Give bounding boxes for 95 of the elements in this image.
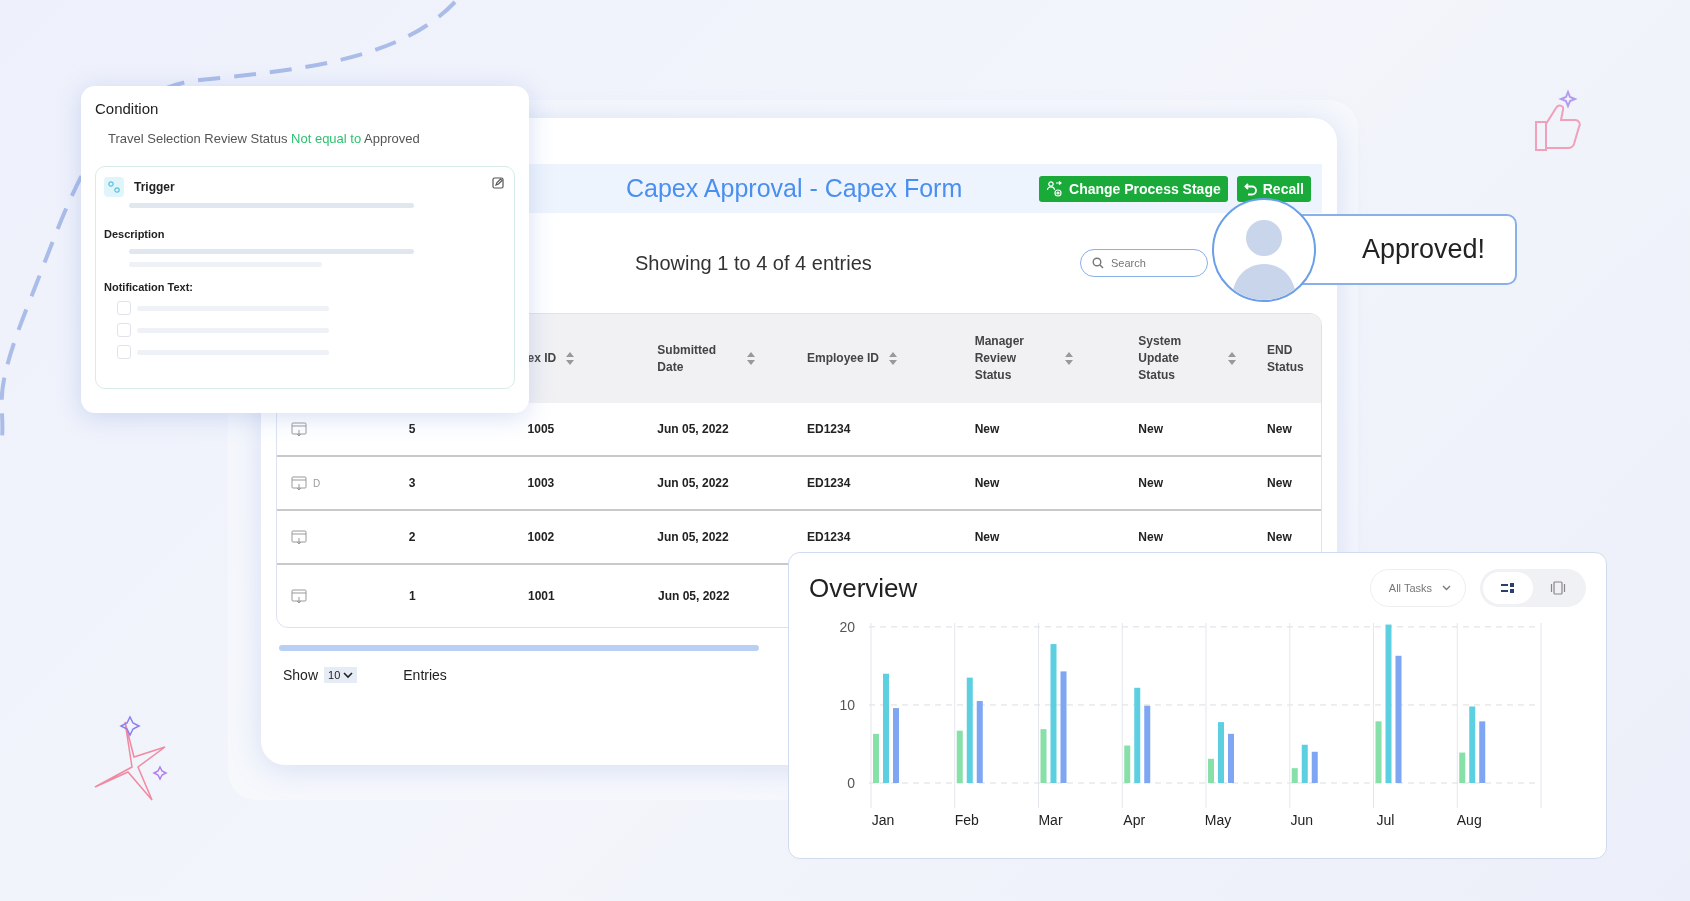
axis-category-label: Feb xyxy=(954,812,979,828)
chevron-down-icon xyxy=(1442,585,1451,591)
page-size-select[interactable]: 10 xyxy=(324,667,358,683)
chart-bar xyxy=(1459,752,1466,783)
trigger-label: Trigger xyxy=(134,180,175,194)
condition-operator: Not equal to xyxy=(291,131,362,146)
axis-category-label: Mar xyxy=(1038,812,1063,828)
chart-bar xyxy=(873,733,879,783)
carousel-icon xyxy=(1550,581,1566,595)
chart-bar xyxy=(1291,768,1298,783)
axis-category-label: Jan xyxy=(871,812,895,828)
entries-label: Entries xyxy=(403,667,447,683)
people-gear-icon xyxy=(1046,179,1064,198)
table-cell: Jun 05, 2022 xyxy=(657,530,729,544)
table-cell: 1003 xyxy=(527,476,555,490)
column-header: END Status xyxy=(1267,341,1305,376)
form-title: Capex Approval - Capex Form xyxy=(626,174,964,203)
table-cell: New xyxy=(1267,530,1292,544)
row-mark: D xyxy=(313,477,321,489)
table-cell: 2 xyxy=(408,530,416,544)
column-header: Submitted Date xyxy=(657,341,717,376)
table-cell: Jun 05, 2022 xyxy=(658,589,730,603)
axis-tick-label: 0 xyxy=(847,775,855,791)
approval-text: Approved! xyxy=(1361,234,1485,265)
sort-icon xyxy=(1228,352,1237,365)
scrollbar[interactable] xyxy=(279,645,759,651)
task-filter-dropdown[interactable]: All Tasks xyxy=(1369,569,1466,607)
chart-bar xyxy=(1124,745,1131,783)
search-field[interactable]: Search xyxy=(1080,249,1208,277)
table-cell: New xyxy=(1267,422,1292,436)
sort-icon xyxy=(747,352,756,365)
table-cell: New xyxy=(1138,476,1164,490)
table-cell: New xyxy=(974,476,1000,490)
list-icon xyxy=(1501,582,1515,594)
notification-label: Notification Text: xyxy=(104,281,194,293)
chevron-down-icon xyxy=(343,671,354,679)
table-cell: ED1234 xyxy=(807,422,851,436)
condition-value: Approved xyxy=(364,131,420,146)
entries-info: Showing 1 to 4 of 4 entries xyxy=(635,251,872,275)
table-cell: New xyxy=(1138,530,1164,544)
screen-icon xyxy=(291,421,307,437)
table-cell: 1001 xyxy=(528,589,555,603)
chart-bar xyxy=(1311,751,1318,783)
chart-bar xyxy=(1040,729,1047,783)
axis-category-label: Apr xyxy=(1123,812,1146,828)
table-cell: Jun 05, 2022 xyxy=(657,422,729,436)
checkbox[interactable] xyxy=(117,323,131,337)
sort-icon xyxy=(566,352,575,365)
table-cell: 1005 xyxy=(527,422,555,436)
table-cell: 1 xyxy=(409,589,416,603)
undo-icon xyxy=(1243,181,1258,196)
search-icon xyxy=(1092,257,1104,269)
sort-icon xyxy=(1064,352,1073,365)
description-label: Description xyxy=(104,228,166,240)
show-label: Show xyxy=(283,667,319,683)
checkbox[interactable] xyxy=(117,345,131,359)
change-stage-button[interactable]: Change Process Stage xyxy=(1039,175,1228,202)
card-title: Condition xyxy=(95,100,160,117)
screen-icon xyxy=(291,475,307,491)
chart-bar xyxy=(956,730,963,783)
axis-category-label: Jul xyxy=(1376,812,1395,828)
axis-category-label: Jun xyxy=(1290,812,1314,828)
table-cell: New xyxy=(1138,422,1164,436)
table-cell: ED1234 xyxy=(807,476,851,490)
chart-bar xyxy=(1301,744,1308,783)
checkbox[interactable] xyxy=(117,301,131,315)
gears-icon xyxy=(104,177,124,197)
table-cell: ED1234 xyxy=(807,530,851,544)
table-cell: 3 xyxy=(408,476,416,490)
screen-icon xyxy=(291,588,307,604)
chart-bar xyxy=(1228,733,1234,783)
table-cell: 5 xyxy=(408,422,416,436)
table-cell: New xyxy=(974,422,1000,436)
column-header: Employee ID xyxy=(807,350,880,367)
chart-bar xyxy=(1208,758,1214,783)
axis-tick-label: 10 xyxy=(839,696,855,713)
edit-icon[interactable] xyxy=(492,177,504,189)
condition-field: Travel Selection Review Status xyxy=(108,131,288,146)
table-cell: New xyxy=(1267,476,1292,490)
axis-category-label: May xyxy=(1204,812,1232,828)
chart-bar xyxy=(1218,722,1224,783)
recall-button[interactable]: Recall xyxy=(1236,175,1311,202)
table-cell: 1002 xyxy=(527,530,555,544)
chart-bar xyxy=(1375,721,1382,783)
list-view-button[interactable] xyxy=(1483,572,1533,604)
table-cell: New xyxy=(974,530,1000,544)
overview-title: Overview xyxy=(809,572,919,604)
sort-icon xyxy=(889,352,898,365)
screen-icon xyxy=(291,529,307,545)
axis-category-label: Aug xyxy=(1456,812,1482,828)
axis-tick-label: 20 xyxy=(839,618,855,635)
column-header: Manager Review Status xyxy=(974,333,1026,384)
chart-bar xyxy=(1479,721,1486,783)
table-cell: Jun 05, 2022 xyxy=(657,476,729,490)
column-header: System Update Status xyxy=(1138,333,1183,384)
